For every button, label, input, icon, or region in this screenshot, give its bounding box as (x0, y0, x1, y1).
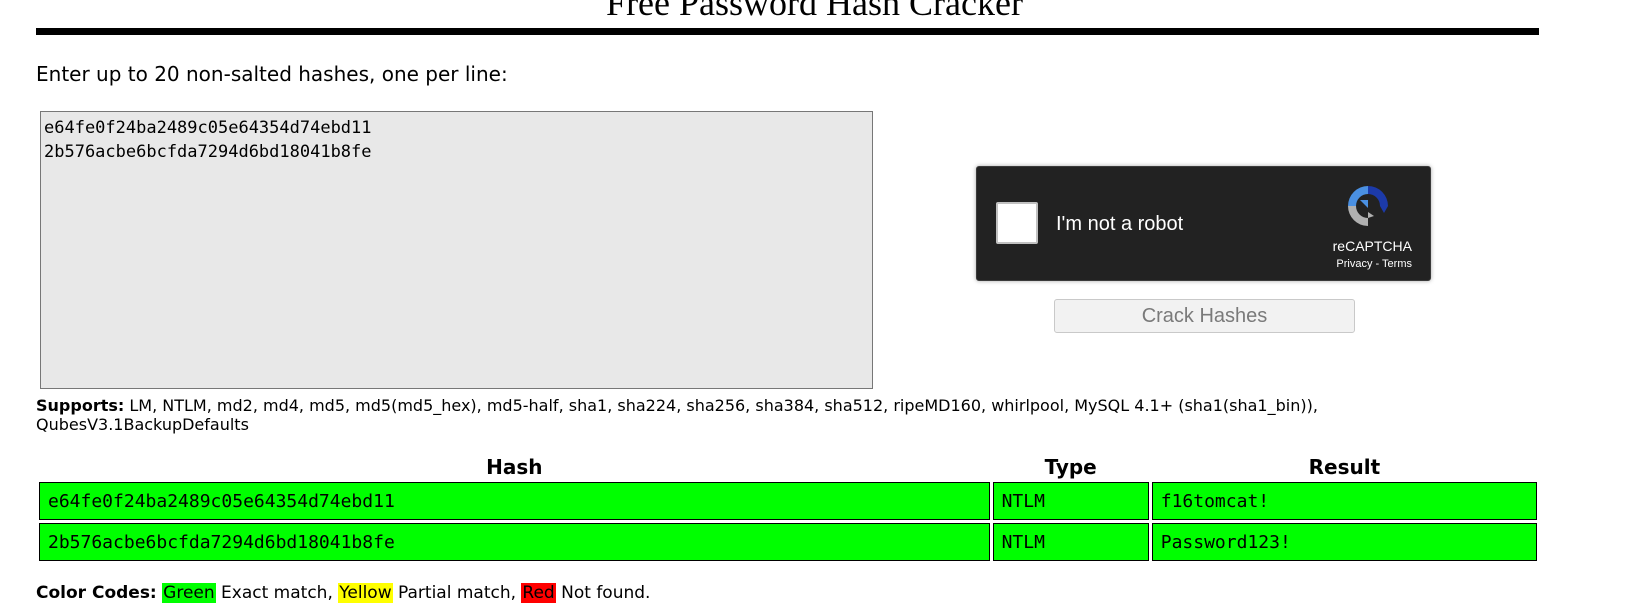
column-header-result: Result (1308, 455, 1381, 479)
title-divider (36, 28, 1539, 35)
yellow-swatch: Yellow (338, 583, 393, 603)
green-description: Exact match, (215, 583, 339, 603)
result-cell: f16tomcat! (1151, 482, 1537, 520)
crack-hashes-button[interactable]: Crack Hashes (1054, 299, 1355, 333)
table-row: e64fe0f24ba2489c05e64354d74ebd11 NTLM f1… (39, 482, 1537, 520)
recaptcha-terms-link[interactable]: Terms (1382, 258, 1412, 270)
recaptcha-privacy-link[interactable]: Privacy (1336, 258, 1372, 270)
results-table: Hash Type Result e64fe0f24ba2489c05e6435… (36, 452, 1540, 564)
page-title: Free Password Hash Cracker (606, 0, 1023, 23)
green-swatch: Green (162, 583, 216, 603)
recaptcha-checkbox[interactable] (996, 202, 1038, 244)
red-description: Not found. (555, 583, 651, 603)
result-cell: Password123! (1151, 523, 1537, 561)
recaptcha-widget: I'm not a robot reCAPTCHA Privacy - Term… (976, 166, 1431, 281)
red-swatch: Red (521, 583, 556, 603)
hash-cell: e64fe0f24ba2489c05e64354d74ebd11 (39, 482, 990, 520)
column-header-type: Type (1044, 455, 1097, 479)
type-cell: NTLM (992, 523, 1149, 561)
column-header-hash: Hash (486, 455, 543, 479)
hashes-textarea[interactable]: e64fe0f24ba2489c05e64354d74ebd11 2b576ac… (40, 111, 873, 389)
instructions-text: Enter up to 20 non-salted hashes, one pe… (36, 62, 508, 86)
yellow-description: Partial match, (392, 583, 522, 603)
color-codes-label: Color Codes: (36, 583, 157, 603)
recaptcha-label: I'm not a robot (1056, 213, 1184, 235)
recaptcha-links: Privacy - Terms (1336, 257, 1412, 271)
type-cell: NTLM (992, 482, 1149, 520)
recaptcha-logo-icon (1348, 186, 1388, 226)
supported-algorithms: Supports: LM, NTLM, md2, md4, md5, md5(m… (36, 396, 1436, 434)
recaptcha-brand: reCAPTCHA (1332, 238, 1412, 254)
color-codes-legend: Color Codes: Green Exact match, Yellow P… (36, 582, 650, 604)
hash-cell: 2b576acbe6bcfda7294d6bd18041b8fe (39, 523, 990, 561)
table-row: 2b576acbe6bcfda7294d6bd18041b8fe NTLM Pa… (39, 523, 1537, 561)
supports-list: LM, NTLM, md2, md4, md5, md5(md5_hex), m… (36, 396, 1318, 434)
recaptcha-link-separator: - (1372, 258, 1383, 270)
supports-label: Supports: (36, 396, 125, 415)
